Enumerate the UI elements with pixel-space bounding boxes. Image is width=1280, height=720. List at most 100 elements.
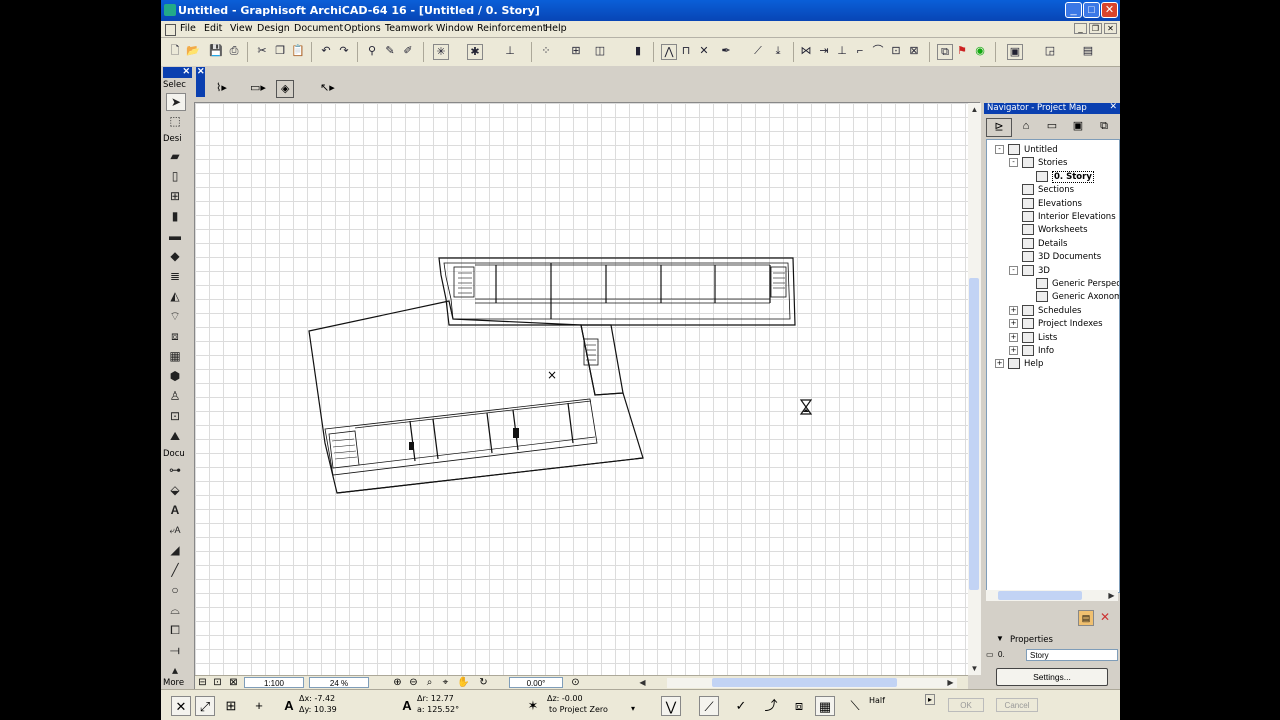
trace-icon[interactable]: ✱ (467, 44, 483, 60)
expand-icon[interactable]: + (1009, 332, 1018, 342)
scale-field[interactable]: 1:100 (244, 677, 304, 688)
tree-item[interactable]: + Help (995, 358, 1043, 370)
expand-icon[interactable]: + (1009, 319, 1018, 329)
level-dimension-tool-icon[interactable]: ⬙ (166, 482, 184, 498)
direction-icon[interactable]: ⤴ (761, 696, 781, 716)
slab-tool-icon[interactable]: ◆ (166, 248, 184, 264)
split-icon[interactable]: ⋈ (799, 44, 813, 58)
selection-method-icon[interactable]: ⌇▸ (216, 80, 227, 96)
vertical-scroll-thumb[interactable] (969, 278, 979, 590)
view-map-icon[interactable]: ⊡ (211, 677, 224, 689)
skylight-tool-icon[interactable]: ⧈ (166, 328, 184, 344)
menu-options[interactable]: Options (344, 23, 381, 34)
snap-reference-icon[interactable]: ⟍ (845, 696, 865, 716)
orientation-icon[interactable]: ⊙ (569, 677, 582, 689)
scroll-left-icon[interactable]: ◀ (637, 677, 648, 688)
orientation-angle-field[interactable]: 0.00° (509, 677, 563, 688)
view-map-tab-icon[interactable]: ⌂ (1016, 118, 1036, 135)
new-icon[interactable]: 🗋 (168, 44, 182, 58)
mdi-close-button[interactable]: ✕ (1104, 23, 1117, 34)
scroll-up-icon[interactable]: ▲ (969, 104, 980, 115)
tree-item[interactable]: Interior Elevations (1009, 211, 1116, 223)
story-name-field[interactable]: Story (1026, 649, 1118, 661)
toolbox-more-arrow-icon[interactable]: ▴ (166, 662, 184, 678)
menu-window[interactable]: Window (436, 23, 473, 34)
tree-item[interactable]: Generic Axonom (1023, 291, 1119, 303)
line-tool-icon[interactable]: ╱ (166, 562, 184, 578)
project-map-tab-icon[interactable]: ⊵ (986, 118, 1012, 137)
tree-item[interactable]: - Stories (1009, 157, 1067, 169)
render-icon[interactable]: ◉ (973, 44, 987, 58)
mdi-restore-button[interactable]: ❐ (1089, 23, 1102, 34)
scroll-down-icon[interactable]: ▼ (969, 663, 980, 674)
tree-item[interactable]: + Schedules (1009, 304, 1082, 317)
mdi-minimize-button[interactable]: _ (1074, 23, 1087, 34)
tree-item[interactable]: Sections (1009, 184, 1074, 196)
syringe-icon[interactable]: ✐ (401, 44, 415, 58)
tree-item[interactable]: Worksheets (1009, 224, 1088, 236)
floor-plan-canvas[interactable]: × (195, 103, 968, 675)
toolbox-section-select[interactable]: Selec (163, 80, 186, 90)
curtain-wall-tool-icon[interactable]: ▦ (166, 348, 184, 364)
menu-view[interactable]: View (230, 23, 253, 34)
brush-icon[interactable]: ⤓ (771, 44, 785, 58)
marquee-tool-icon[interactable]: ⬚ (166, 113, 184, 129)
tree-item[interactable]: Elevations (1009, 197, 1082, 210)
delete-icon[interactable]: ✕ (697, 44, 711, 58)
menu-file[interactable]: File (180, 23, 196, 34)
expand-icon[interactable]: + (995, 359, 1004, 369)
info-box-header[interactable]: ✕ (196, 66, 205, 97)
fillet-icon[interactable]: ⌐ (853, 44, 867, 58)
vertical-scrollbar[interactable]: ▲ ▼ (968, 103, 981, 675)
pen-icon[interactable]: ✒ (719, 44, 733, 58)
menu-teamwork[interactable]: Teamwork (385, 23, 433, 34)
horizontal-scrollbar[interactable]: ◀ ▶ (639, 678, 957, 688)
horizontal-scroll-thumb[interactable] (712, 678, 897, 687)
door-tool-icon[interactable]: ▯ (166, 168, 184, 184)
fit-view-icon[interactable]: ⊠ (227, 677, 240, 689)
cancel-input-icon[interactable]: ✕ (171, 696, 191, 716)
rectangle-selection-icon[interactable]: ▭▸ (250, 80, 266, 96)
layers-icon[interactable]: ⧉ (937, 44, 953, 60)
reference-level-readout[interactable]: to Project Zero (549, 705, 608, 714)
tree-item[interactable]: 3D Documents (1009, 251, 1101, 263)
relative-construction-icon[interactable]: + (249, 696, 269, 716)
angle-readout[interactable]: a: 125.52° (417, 705, 459, 714)
copy-icon[interactable]: ❐ (273, 44, 287, 58)
toolbox-header[interactable]: ✕ (163, 66, 192, 78)
label-tool-icon[interactable]: ⤶A (166, 522, 184, 538)
navigator-hscroll-thumb[interactable] (998, 591, 1082, 600)
zoom-out-icon[interactable]: ⊖ (407, 677, 420, 689)
beam-tool-icon[interactable]: ▬ (166, 228, 184, 244)
section-tool-icon[interactable]: ⟞ (166, 642, 184, 658)
circle-tool-icon[interactable]: ○ (166, 582, 184, 598)
edit-elements-icon[interactable]: ⋀ (661, 44, 677, 60)
rotated-rectangle-icon[interactable]: ◈ (276, 80, 295, 98)
pan-icon[interactable]: ✋ (457, 677, 470, 689)
offset-icon[interactable]: ⊡ (889, 44, 903, 58)
tree-item[interactable]: 0. Story (1023, 170, 1094, 183)
scroll-right-icon[interactable]: ▶ (1106, 590, 1117, 601)
tree-item[interactable]: + Lists (1009, 331, 1057, 344)
table-icon[interactable]: ⊓ (679, 44, 693, 58)
collapse-icon[interactable]: - (1009, 158, 1018, 168)
collapse-triangle-icon[interactable]: ▼ (996, 634, 1004, 643)
grid-icon[interactable]: ⊞ (569, 44, 583, 58)
settings-button[interactable]: Settings... (996, 668, 1108, 686)
delta-r-readout[interactable]: Δr: 12.77 (417, 694, 454, 703)
rotate-view-icon[interactable]: ↻ (477, 677, 490, 689)
text-tool-icon[interactable]: A (166, 502, 184, 518)
zone-tool-icon[interactable]: ⊡ (166, 408, 184, 424)
ok-button[interactable]: OK (948, 698, 984, 712)
toolbox-section-more[interactable]: More (163, 678, 184, 688)
layout-book-tab-icon[interactable]: ▭ (1042, 118, 1062, 135)
fill-tool-icon[interactable]: ◢ (166, 542, 184, 558)
zoom-icon[interactable]: ⚲ (365, 44, 379, 58)
roof-tool-icon[interactable]: ◭ (166, 288, 184, 304)
organizer-tab-icon[interactable]: ⧉ (1094, 118, 1114, 135)
column-tool-icon[interactable]: ▮ (166, 208, 184, 224)
reference-dropdown-icon[interactable]: ▾ (631, 704, 635, 713)
pencil-icon[interactable]: ▮ (631, 44, 645, 58)
mesh-tool-icon[interactable]: ⛰ (166, 428, 184, 444)
arrow-select-icon[interactable]: ↖▸ (320, 80, 335, 96)
